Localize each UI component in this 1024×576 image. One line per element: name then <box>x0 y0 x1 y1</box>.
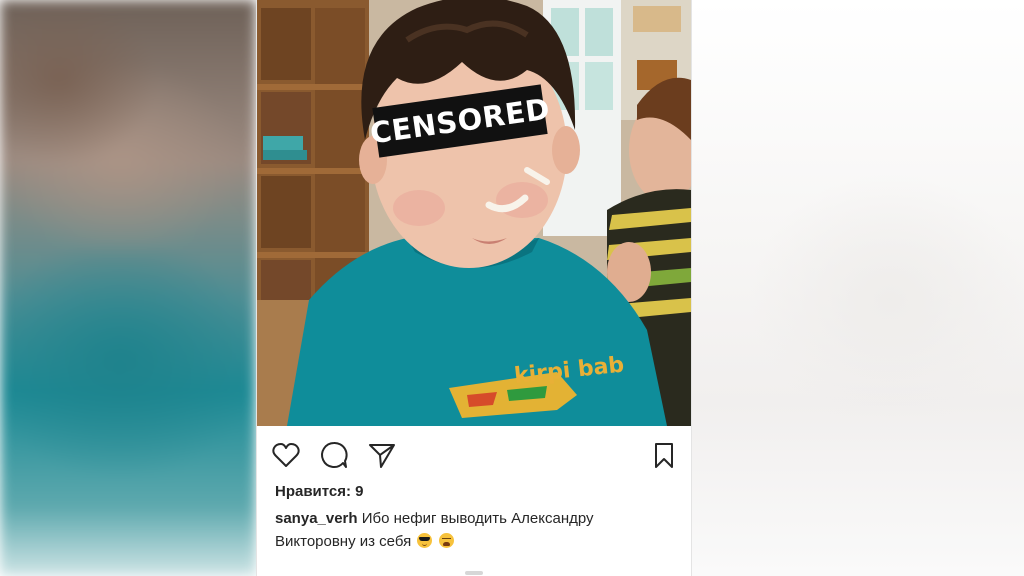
post-photo[interactable]: kirpi bab CENSORED <box>257 0 691 426</box>
send-icon[interactable] <box>367 440 397 470</box>
blurred-background-right <box>690 0 1024 576</box>
scroll-handle <box>465 571 483 575</box>
post-caption: sanya_verh Ибо нефиг выводить Александру… <box>275 507 675 553</box>
photo-scene: kirpi bab <box>257 0 691 426</box>
post-action-bar <box>257 426 691 480</box>
heart-icon[interactable] <box>271 440 301 470</box>
instagram-post: kirpi bab CENSORED Нравится: 9 sanya_ver… <box>256 0 692 576</box>
smiling-face-with-sunglasses-icon <box>417 533 433 548</box>
caption-username[interactable]: sanya_verh <box>275 510 358 527</box>
crying-face-icon <box>438 533 454 548</box>
blurred-background-left <box>0 0 256 576</box>
comment-icon[interactable] <box>319 440 349 470</box>
like-count[interactable]: Нравится: 9 <box>275 483 364 500</box>
bookmark-icon[interactable] <box>649 440 679 470</box>
screenshot-frame: kirpi bab CENSORED Нравится: 9 sanya_ver… <box>0 0 1024 576</box>
